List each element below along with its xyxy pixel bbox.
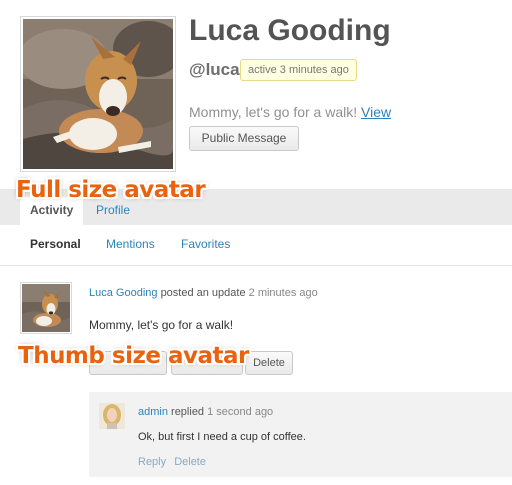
activity-action-text: posted an update — [160, 287, 246, 299]
public-message-button[interactable]: Public Message — [189, 126, 299, 151]
delete-button[interactable]: Delete — [245, 351, 293, 375]
dog-photo-image — [23, 19, 173, 169]
comment-action-text: replied — [171, 406, 205, 418]
latest-update-text: Mommy, let's go for a walk! — [189, 104, 358, 120]
view-update-link[interactable]: View — [361, 104, 391, 120]
thumb-size-avatar-callout: Thumb size avatar — [18, 343, 249, 369]
comment-actions: Reply Delete — [138, 456, 211, 468]
comment-delete-link[interactable]: Delete — [174, 456, 206, 468]
activity-subnav: Personal Mentions Favorites — [0, 225, 512, 266]
comment-header: admin replied 1 second ago — [138, 406, 273, 418]
subnav-item-favorites[interactable]: Favorites — [181, 237, 230, 251]
profile-display-name: Luca Gooding — [189, 14, 391, 47]
subnav-item-mentions[interactable]: Mentions — [106, 237, 155, 251]
full-size-avatar-callout: Full size avatar — [16, 177, 206, 203]
comment-reply-link[interactable]: Reply — [138, 456, 166, 468]
activity-avatar-thumb[interactable] — [20, 282, 72, 334]
comment-text: Ok, but first I need a cup of coffee. — [138, 431, 306, 443]
admin-avatar-image — [99, 403, 125, 429]
activity-content: Mommy, let's go for a walk! — [89, 318, 234, 332]
latest-update: Mommy, let's go for a walk! View — [189, 104, 391, 120]
profile-avatar-full[interactable] — [20, 16, 176, 172]
subnav-item-personal[interactable]: Personal — [30, 237, 81, 251]
comment-author-link[interactable]: admin — [138, 406, 168, 418]
activity-status-badge: active 3 minutes ago — [240, 59, 357, 81]
comment-timestamp[interactable]: 1 second ago — [207, 406, 273, 418]
profile-handle: @luca — [189, 60, 240, 79]
activity-comment: admin replied 1 second ago Ok, but first… — [89, 392, 512, 477]
activity-timestamp[interactable]: 2 minutes ago — [249, 287, 318, 299]
comment-avatar[interactable] — [99, 403, 125, 429]
dog-thumb-image — [22, 284, 70, 332]
activity-author-link[interactable]: Luca Gooding — [89, 287, 158, 299]
activity-header: Luca Gooding posted an update 2 minutes … — [89, 287, 318, 299]
